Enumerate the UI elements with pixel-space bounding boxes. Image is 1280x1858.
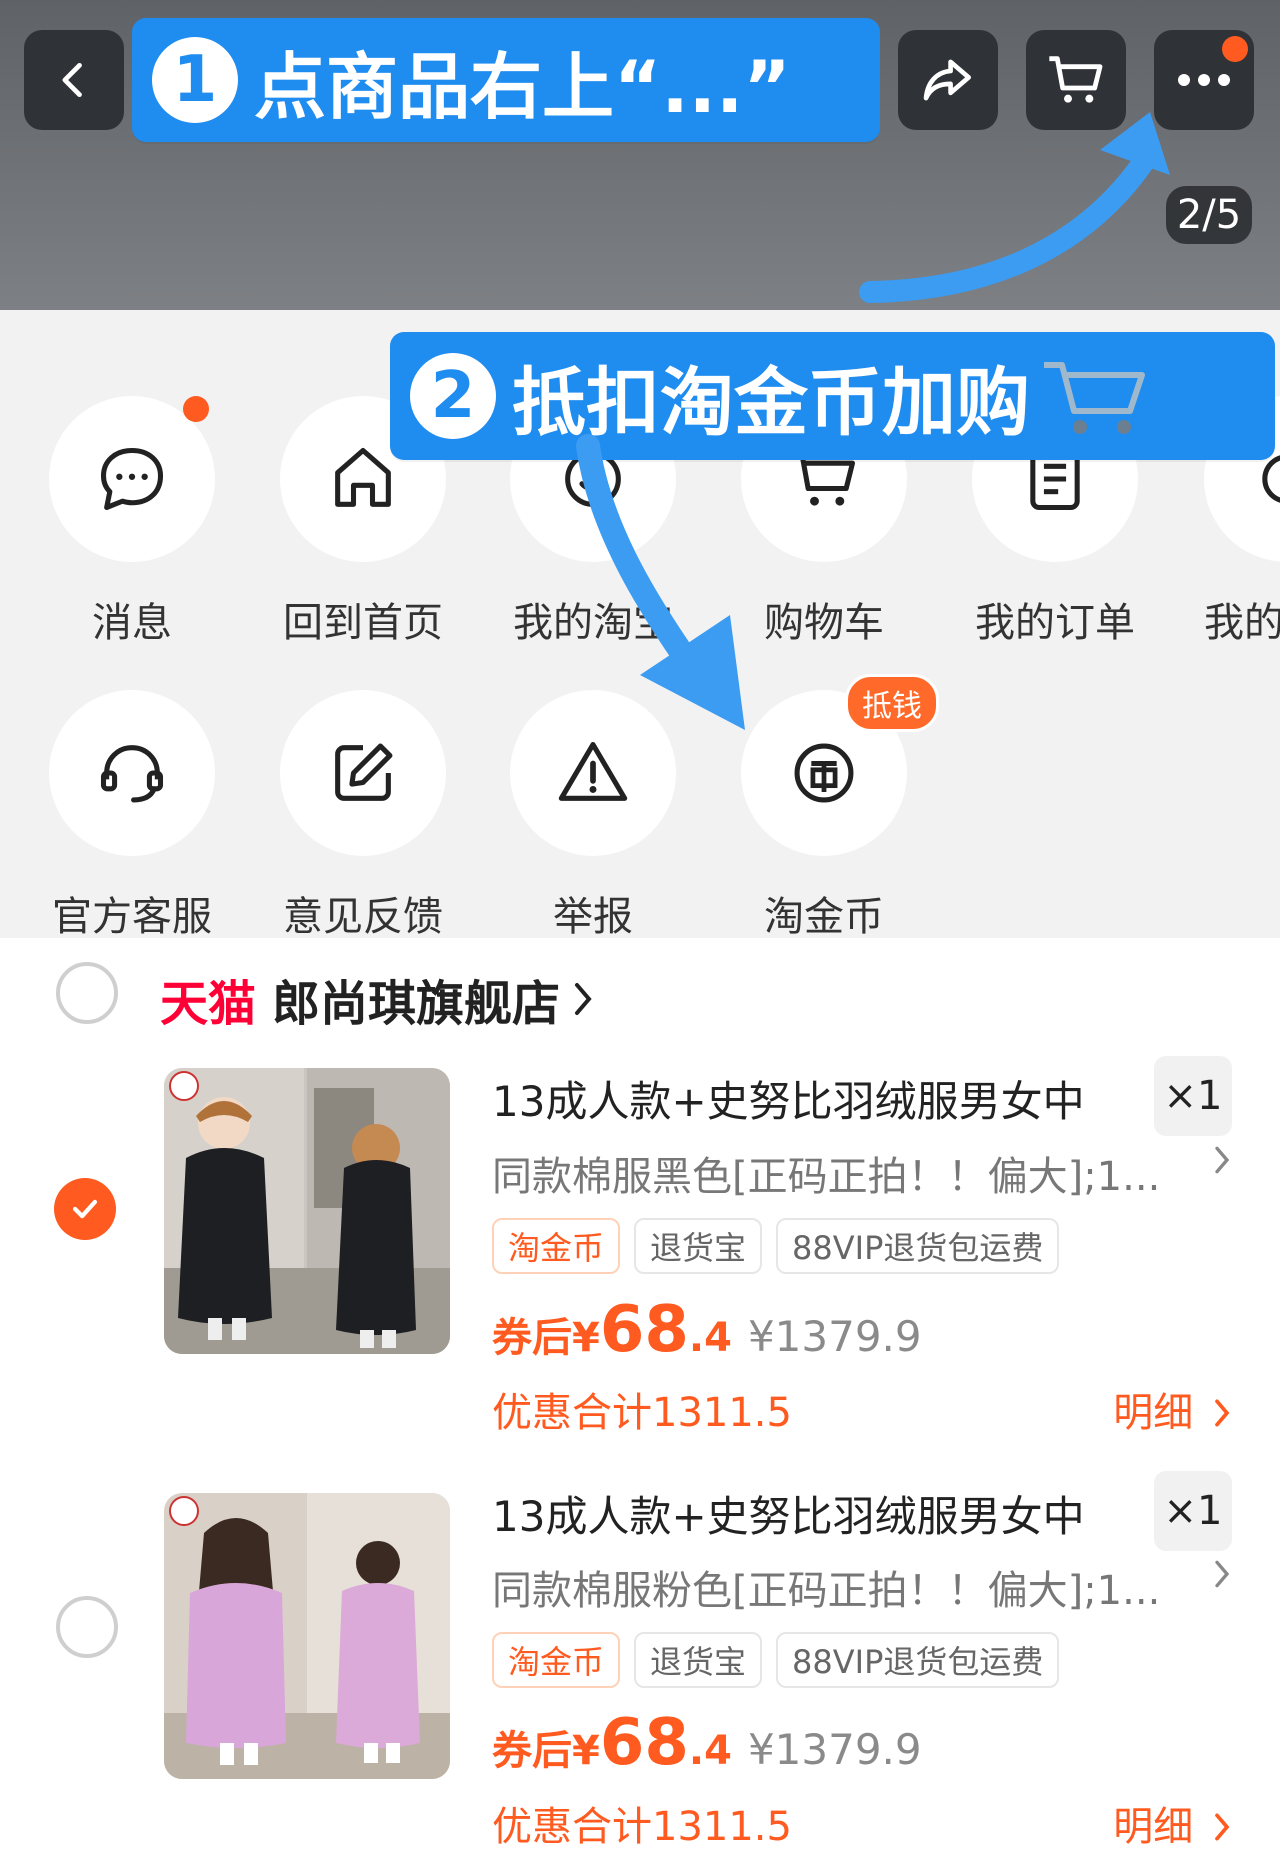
item-2-detail-link[interactable]: 明细: [1113, 1794, 1232, 1852]
tag-return-insurance: 退货宝: [634, 1632, 763, 1688]
tag-return-insurance: 退货宝: [634, 1218, 763, 1274]
item-2-variant-chevron-icon[interactable]: [1212, 1556, 1232, 1602]
price-label: 券后: [492, 1728, 572, 1774]
price-decimal: .4: [688, 1728, 732, 1774]
item-2-title[interactable]: 13成人款+史努比羽绒服男女中: [492, 1483, 1085, 1544]
price-integer: 68: [599, 1706, 689, 1780]
cart-list: 天猫 郎尚琪旗舰店 13成人款+史努比羽绒服男女中 ×1 同款棉服黑色[正码正拍…: [0, 938, 1280, 1858]
product-image-header: 2/5 1 点商品右上“...”: [0, 0, 1280, 310]
check-icon: [72, 1199, 98, 1219]
item-1-variant[interactable]: 同款棉服黑色[正码正拍！！偏大];1...: [492, 1144, 1192, 1202]
price-label: 券后: [492, 1315, 572, 1361]
price-decimal: .4: [688, 1315, 732, 1361]
store-name: 郎尚琪旗舰店: [272, 976, 561, 1032]
store-select-radio[interactable]: [56, 962, 118, 1024]
item-2-thumbnail[interactable]: [164, 1493, 450, 1779]
item-1-variant-chevron-icon[interactable]: [1212, 1142, 1232, 1188]
original-price: ¥1379.9: [747, 1725, 922, 1774]
item-1-quantity[interactable]: ×1: [1154, 1056, 1232, 1136]
item-1-tags: 淘金币 退货宝 88VIP退货包运费: [492, 1218, 1060, 1274]
tag-taojinbi: 淘金币: [492, 1632, 621, 1688]
currency-symbol: ¥: [572, 1315, 600, 1361]
original-price: ¥1379.9: [747, 1312, 922, 1361]
arrow-to-taojinbi-icon: [576, 434, 745, 730]
item-1-checkbox[interactable]: [54, 1178, 116, 1240]
tmall-brand-label: 天猫: [160, 976, 257, 1032]
arrow-to-more-icon: [859, 112, 1170, 303]
tag-taojinbi: 淘金币: [492, 1218, 621, 1274]
item-2-discount-total: 优惠合计1311.5: [492, 1804, 792, 1850]
item-2-price: 券后 ¥ 68 .4 ¥1379.9: [492, 1706, 922, 1780]
item-2-detail-label: 明细: [1113, 1804, 1194, 1850]
item-1-thumbnail[interactable]: [164, 1068, 450, 1354]
tag-88vip: 88VIP退货包运费: [776, 1632, 1060, 1688]
item-1-price: 券后 ¥ 68 .4 ¥1379.9: [492, 1293, 922, 1367]
item-2-checkbox[interactable]: [56, 1596, 118, 1658]
tag-88vip: 88VIP退货包运费: [776, 1218, 1060, 1274]
item-2-variant[interactable]: 同款棉服粉色[正码正拍！！偏大];1...: [492, 1558, 1192, 1616]
item-2-quantity[interactable]: ×1: [1154, 1471, 1232, 1551]
item-1-detail-label: 明细: [1113, 1390, 1194, 1436]
detail-chevron-icon: [1215, 1813, 1230, 1841]
item-2-tags: 淘金币 退货宝 88VIP退货包运费: [492, 1632, 1060, 1688]
store-chevron-icon: [575, 983, 592, 1015]
price-integer: 68: [599, 1293, 689, 1367]
item-1-detail-link[interactable]: 明细: [1113, 1380, 1232, 1438]
detail-chevron-icon: [1215, 1399, 1230, 1427]
currency-symbol: ¥: [572, 1728, 600, 1774]
store-header[interactable]: 天猫 郎尚琪旗舰店: [160, 964, 596, 1034]
item-1-discount-total: 优惠合计1311.5: [492, 1390, 792, 1436]
more-menu-panel: 消息 回到首页 我的淘宝 购物车 我的订单 我的 官方客服 意见反馈 举报 抵钱…: [0, 310, 1280, 940]
item-1-title[interactable]: 13成人款+史努比羽绒服男女中: [492, 1068, 1085, 1129]
